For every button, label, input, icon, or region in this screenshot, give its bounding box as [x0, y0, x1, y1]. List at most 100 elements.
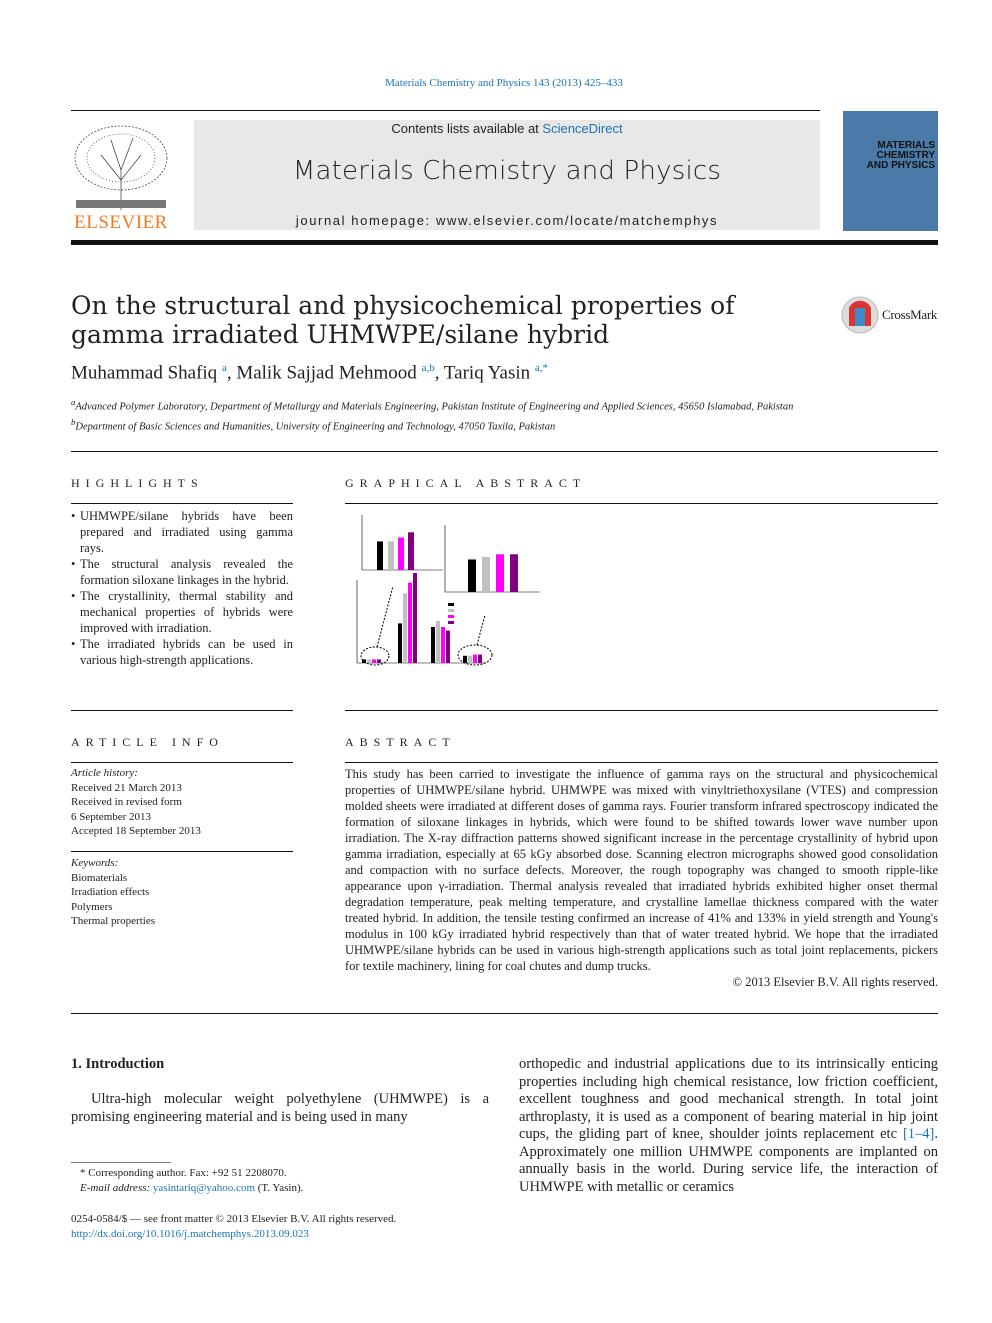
footer: 0254-0584/$ — see front matter © 2013 El…: [71, 1212, 396, 1241]
article-title: On the structural and physicochemical pr…: [71, 291, 735, 349]
abstract-text: This study has been carried to investiga…: [345, 767, 938, 973]
bar: [398, 623, 402, 663]
abstract-copyright: © 2013 Elsevier B.V. All rights reserved…: [732, 975, 938, 989]
crossmark-button[interactable]: CrossMark: [841, 296, 937, 334]
author[interactable]: Malik Sajjad Mehmood: [236, 362, 416, 383]
aff-text: Advanced Polymer Laboratory, Department …: [75, 401, 794, 413]
divider: [71, 1013, 938, 1014]
bar: [436, 621, 440, 663]
history-item: Received in revised form: [71, 796, 182, 808]
bar: [510, 554, 518, 592]
bar: [377, 659, 381, 663]
sciencedirect-link[interactable]: ScienceDirect: [542, 121, 622, 136]
footnote: * Corresponding author. Fax: +92 51 2208…: [80, 1166, 303, 1195]
contents-prefix: Contents lists available at: [391, 121, 543, 136]
aff-text: Department of Basic Sciences and Humanit…: [75, 421, 556, 432]
bar: [496, 554, 504, 592]
graphical-abstract-figure[interactable]: [345, 510, 545, 700]
divider: [71, 503, 293, 504]
intro-paragraph-continued: orthopedic and industrial applications d…: [519, 1056, 938, 1196]
highlights-heading: HIGHLIGHTS: [71, 476, 204, 490]
thick-divider: [71, 240, 938, 245]
bar: [372, 659, 376, 663]
email-link[interactable]: yasintariq@yahoo.com: [153, 1182, 255, 1194]
legend-swatch: [448, 621, 454, 624]
footnote-divider: [71, 1162, 171, 1163]
abstract-body: This study has been carried to investiga…: [345, 766, 938, 990]
email-suffix: (T. Yasin).: [255, 1181, 304, 1194]
corresponding-author: * Corresponding author. Fax: +92 51 2208…: [80, 1167, 287, 1179]
bar: [408, 582, 412, 663]
arrow-line: [476, 614, 486, 646]
journal-reference[interactable]: Materials Chemistry and Physics 143 (201…: [0, 77, 992, 89]
highlight-item: The structural analysis revealed the for…: [71, 556, 293, 588]
divider: [345, 503, 938, 504]
bar: [446, 630, 450, 663]
bar: [441, 627, 445, 663]
crossmark-icon: [841, 296, 879, 334]
affiliations: aAdvanced Polymer Laboratory, Department…: [71, 395, 831, 434]
contents-line: Contents lists available at ScienceDirec…: [194, 121, 820, 136]
main-axes: [356, 580, 485, 664]
tree-logo-icon: [71, 120, 171, 212]
bar: [367, 659, 371, 663]
keyword: Polymers: [71, 900, 113, 913]
section-heading: 1. Introduction: [71, 1056, 165, 1072]
bar: [468, 655, 472, 663]
bar: [413, 573, 417, 663]
author-sup[interactable]: a,*: [535, 362, 548, 374]
highlight-item: The irradiated hybrids can be used in va…: [71, 636, 293, 668]
highlight-item: The crystallinity, thermal stability and…: [71, 588, 293, 636]
text: orthopedic and industrial applications d…: [519, 1056, 938, 1142]
bar: [478, 654, 482, 663]
journal-title: Materials Chemistry and Physics: [292, 156, 722, 186]
bar: [398, 537, 404, 570]
keyword: Irradiation effects: [71, 886, 150, 898]
article-info-heading: ARTICLE INFO: [71, 735, 224, 749]
article-history: Article history: Received 21 March 2013 …: [71, 766, 201, 839]
publisher-name: ELSEVIER: [74, 212, 168, 233]
history-item: Received 21 March 2013: [71, 781, 182, 794]
inset2-axes: [444, 525, 540, 593]
bar: [388, 541, 394, 570]
author[interactable]: Tariq Yasin: [444, 362, 530, 383]
history-item: 6 September 2013: [71, 810, 152, 823]
journal-cover[interactable]: MATERIALS CHEMISTRY AND PHYSICS: [843, 111, 938, 231]
author[interactable]: Muhammad Shafiq: [71, 362, 217, 383]
keyword: Thermal properties: [71, 915, 155, 927]
bar: [408, 532, 414, 570]
legend-swatch: [448, 615, 454, 618]
author-sup[interactable]: a,b: [422, 362, 435, 374]
cover-title: MATERIALS CHEMISTRY AND PHYSICS: [866, 140, 935, 171]
graphical-abstract-heading: GRAPHICAL ABSTRACT: [345, 476, 587, 490]
citation-link[interactable]: [1–4]: [903, 1126, 934, 1142]
author-list: Muhammad Shafiq a, Malik Sajjad Mehmood …: [71, 362, 549, 384]
doi-link[interactable]: http://dx.doi.org/10.1016/j.matchemphys.…: [71, 1227, 396, 1242]
divider: [345, 710, 938, 711]
divider: [71, 710, 293, 711]
bar: [482, 556, 490, 592]
crossmark-label: CrossMark: [882, 307, 938, 322]
divider: [71, 762, 293, 763]
page: Materials Chemistry and Physics 143 (201…: [0, 0, 992, 1323]
keyword: Biomaterials: [71, 871, 128, 884]
affiliation: aAdvanced Polymer Laboratory, Department…: [71, 395, 831, 415]
keywords-label: Keywords:: [71, 857, 119, 869]
intro-paragraph: Ultra-high molecular weight polyethylene…: [71, 1091, 489, 1125]
divider: [71, 451, 938, 452]
email-label: E-mail address:: [80, 1181, 153, 1194]
divider: [71, 851, 293, 852]
highlights-list: UHMWPE/silane hybrids have been prepared…: [71, 508, 293, 668]
arrow-line: [376, 585, 394, 648]
bar: [403, 593, 407, 663]
divider: [345, 762, 938, 763]
bar: [468, 559, 476, 592]
bar: [377, 541, 383, 570]
keywords: Keywords: Biomaterials Irradiation effec…: [71, 856, 155, 929]
affiliation: bDepartment of Basic Sciences and Humani…: [71, 415, 831, 435]
journal-homepage[interactable]: journal homepage: www.elsevier.com/locat…: [194, 213, 820, 228]
author-sup[interactable]: a: [222, 362, 227, 374]
abstract-heading: ABSTRACT: [345, 735, 456, 749]
history-item: Accepted 18 September 2013: [71, 825, 201, 837]
elsevier-logo[interactable]: ELSEVIER: [71, 120, 171, 233]
